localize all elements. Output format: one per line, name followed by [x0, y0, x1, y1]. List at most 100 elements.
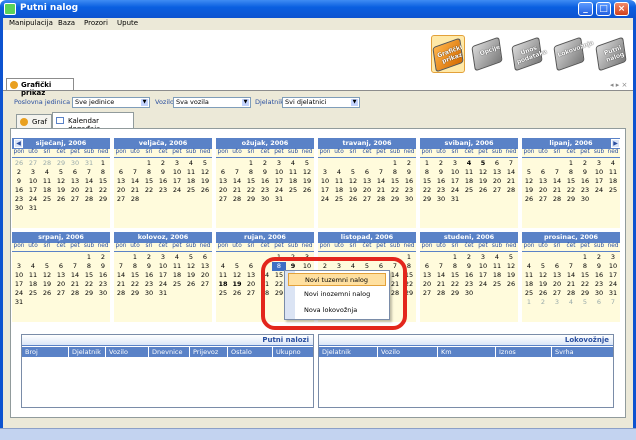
toolbar-graficki-prikaz[interactable]: Grafički prikaz	[431, 35, 465, 73]
tab-nav-icon[interactable]: ◂ ▸ ×	[610, 81, 627, 89]
day-cell[interactable]: 29	[564, 195, 578, 204]
menu-upute[interactable]: Upute	[117, 19, 138, 27]
day-cell[interactable]: 8	[82, 262, 96, 271]
day-cell[interactable]: 31	[82, 159, 96, 168]
day-cell[interactable]: 5	[346, 168, 360, 177]
day-cell[interactable]: 11	[462, 168, 476, 177]
day-cell[interactable]: 25	[40, 195, 54, 204]
day-cell[interactable]: 1	[142, 159, 156, 168]
day-cell[interactable]: 3	[156, 253, 170, 262]
tab-graf[interactable]: Graf	[16, 114, 52, 128]
day-cell[interactable]: 2	[462, 253, 476, 262]
day-cell[interactable]: 17	[606, 271, 620, 280]
day-cell[interactable]: 5	[536, 262, 550, 271]
day-cell[interactable]: 14	[434, 271, 448, 280]
day-cell[interactable]: 20	[68, 186, 82, 195]
day-cell[interactable]: 27	[536, 195, 550, 204]
day-cell[interactable]: 2	[578, 159, 592, 168]
day-cell[interactable]: 27	[550, 289, 564, 298]
day-cell[interactable]: 12	[40, 271, 54, 280]
day-cell[interactable]: 12	[198, 168, 212, 177]
day-cell[interactable]: 31	[26, 204, 40, 213]
day-cell[interactable]: 27	[360, 195, 374, 204]
day-cell[interactable]: 5	[230, 262, 244, 271]
day-cell[interactable]: 17	[476, 271, 490, 280]
day-cell[interactable]: 26	[300, 186, 314, 195]
day-cell[interactable]: 29	[54, 159, 68, 168]
day-cell[interactable]: 8	[420, 168, 434, 177]
day-cell[interactable]: 5	[522, 168, 536, 177]
day-cell[interactable]: 28	[230, 195, 244, 204]
day-cell[interactable]: 24	[448, 186, 462, 195]
tab-kalendar[interactable]: Kalendar događaja	[52, 112, 134, 133]
day-cell[interactable]: 19	[198, 177, 212, 186]
day-cell[interactable]: 21	[82, 186, 96, 195]
day-cell[interactable]: 6	[536, 168, 550, 177]
day-cell[interactable]: 20	[550, 280, 564, 289]
day-cell[interactable]: 3	[550, 298, 564, 307]
day-cell[interactable]: 7	[550, 168, 564, 177]
day-cell[interactable]: 20	[244, 280, 258, 289]
day-cell[interactable]: 30	[434, 195, 448, 204]
day-cell[interactable]: 22	[448, 280, 462, 289]
day-cell[interactable]: 3	[26, 168, 40, 177]
day-cell[interactable]: 19	[522, 186, 536, 195]
day-cell[interactable]: 13	[198, 262, 212, 271]
day-cell[interactable]: 17	[318, 186, 332, 195]
day-cell[interactable]: 22	[142, 186, 156, 195]
day-cell[interactable]: 19	[54, 186, 68, 195]
menu-novi-inozemni[interactable]: Novi inozemni nalog	[288, 288, 386, 301]
day-cell[interactable]: 30	[96, 289, 110, 298]
day-cell[interactable]: 23	[258, 186, 272, 195]
day-cell[interactable]: 27	[26, 159, 40, 168]
day-cell[interactable]: 4	[184, 159, 198, 168]
day-cell[interactable]: 26	[504, 280, 518, 289]
day-cell[interactable]: 22	[420, 186, 434, 195]
day-cell[interactable]: 13	[114, 177, 128, 186]
day-cell[interactable]: 30	[462, 289, 476, 298]
day-cell[interactable]: 6	[216, 168, 230, 177]
day-cell[interactable]: 2	[142, 253, 156, 262]
day-cell[interactable]: 3	[170, 159, 184, 168]
day-cell[interactable]: 4	[564, 298, 578, 307]
day-cell[interactable]: 9	[434, 168, 448, 177]
day-cell[interactable]: 30	[402, 195, 416, 204]
day-cell[interactable]: 24	[592, 186, 606, 195]
day-cell[interactable]: 12	[346, 177, 360, 186]
day-cell[interactable]: 4	[170, 253, 184, 262]
day-cell[interactable]: 2	[156, 159, 170, 168]
day-cell[interactable]: 23	[156, 186, 170, 195]
day-cell[interactable]: 12	[504, 262, 518, 271]
day-cell[interactable]: 1	[244, 159, 258, 168]
day-cell[interactable]: 9	[258, 168, 272, 177]
day-cell[interactable]: 9	[96, 262, 110, 271]
day-cell[interactable]: 13	[420, 271, 434, 280]
day-cell[interactable]: 11	[26, 271, 40, 280]
day-cell[interactable]: 9	[156, 168, 170, 177]
day-cell[interactable]: 5	[300, 159, 314, 168]
day-cell[interactable]: 18	[184, 177, 198, 186]
day-cell[interactable]: 9	[402, 168, 416, 177]
day-cell[interactable]: 20	[54, 280, 68, 289]
day-cell[interactable]: 26	[54, 195, 68, 204]
col-header[interactable]: Vozilo	[377, 347, 400, 357]
day-cell[interactable]: 14	[374, 177, 388, 186]
day-cell[interactable]: 5	[54, 168, 68, 177]
day-cell[interactable]: 16	[12, 186, 26, 195]
day-cell[interactable]: 4	[606, 159, 620, 168]
day-cell[interactable]: 10	[170, 168, 184, 177]
day-cell[interactable]: 15	[96, 177, 110, 186]
day-cell[interactable]: 8	[128, 262, 142, 271]
day-cell[interactable]: 30	[142, 289, 156, 298]
day-cell[interactable]: 22	[388, 186, 402, 195]
day-cell[interactable]: 2	[12, 168, 26, 177]
day-cell[interactable]: 25	[170, 280, 184, 289]
day-cell[interactable]: 17	[448, 177, 462, 186]
day-cell[interactable]: 15	[564, 177, 578, 186]
day-cell[interactable]: 13	[54, 271, 68, 280]
day-cell[interactable]: 11	[216, 271, 230, 280]
day-cell[interactable]: 14	[230, 177, 244, 186]
day-cell[interactable]: 7	[114, 262, 128, 271]
day-cell[interactable]: 21	[230, 186, 244, 195]
day-cell[interactable]: 10	[592, 168, 606, 177]
